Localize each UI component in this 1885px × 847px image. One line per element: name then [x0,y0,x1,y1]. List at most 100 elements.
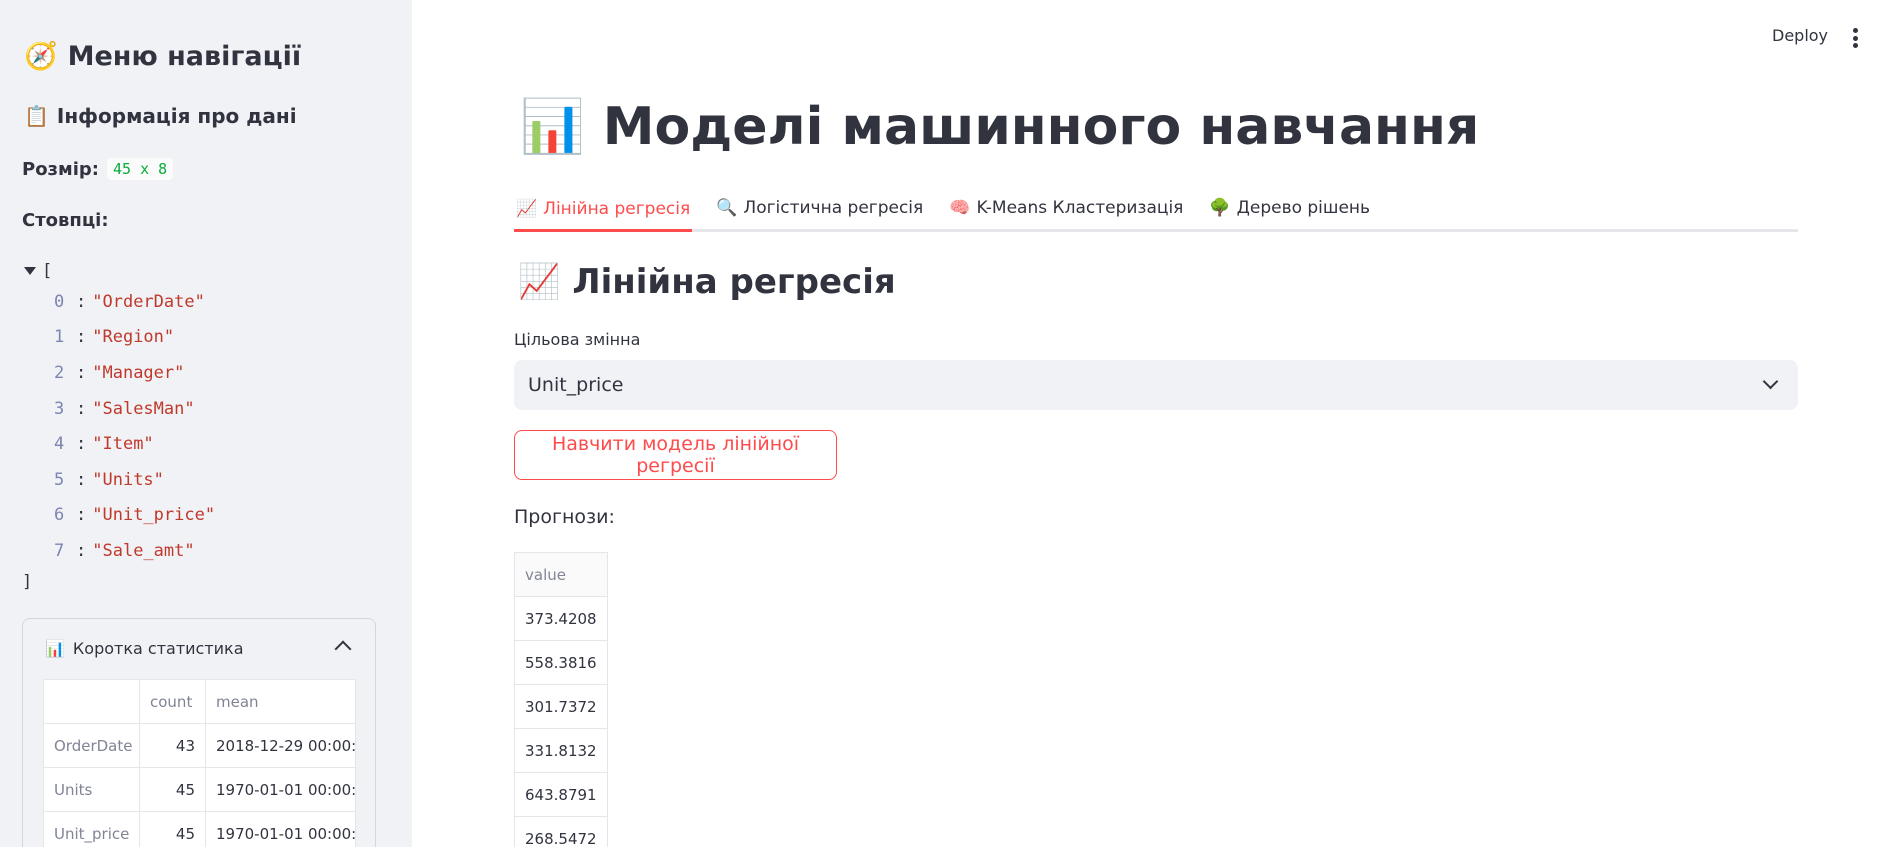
json-item: 5: "Units" [54,469,164,490]
tab-logistic-regression[interactable]: 🔍 Логістична регресія [714,188,925,228]
table-cell: 643.8791 [514,772,608,817]
table-cell: 1970-01-01 00:00:00 [205,811,356,847]
target-variable-label: Цільова змінна [514,330,641,349]
tab-decision-tree[interactable]: 🌳 Дерево рішень [1207,188,1372,228]
table-cell: 373.4208 [514,596,608,641]
table-cell: 268.5472 [514,816,608,847]
table-row: 643.8791 [514,772,608,817]
stats-table: count mean OrderDate 43 2018-12-29 00:00… [43,679,356,847]
json-item: 7: "Sale_amt" [54,540,195,561]
column-header[interactable]: count [139,679,206,724]
chevron-down-icon[interactable] [1762,373,1779,390]
table-row: 373.4208 [514,596,608,641]
data-info-heading: 📋 Інформація про дані [24,104,297,128]
section-title-text: Лінійна регресія [572,262,896,302]
columns-label: Стовпці: [22,210,109,231]
json-value: "Sale_amt" [92,540,195,561]
table-header-row: value [514,552,608,597]
column-header[interactable]: mean [205,679,356,724]
json-close-bracket: ] [22,571,33,592]
json-value: "Item" [92,434,154,455]
brain-icon: 🧠 [949,198,971,218]
data-info-heading-text: Інформація про дані [56,104,297,128]
tab-label: Логістична регресія [743,198,924,218]
json-item: 0: "OrderDate" [54,291,205,312]
magnifier-icon: 🔍 [716,198,738,218]
json-index: 6 [54,505,65,526]
table-row: Unit_price 45 1970-01-01 00:00:00 [43,811,356,847]
section-title: 📈 Лінійна регресія [518,262,896,302]
table-row: 268.5472 [514,816,608,847]
data-size-label: Розмір: [22,158,99,180]
row-header: OrderDate [43,723,140,768]
json-index: 1 [54,327,65,348]
bar-chart-icon: 📊 [520,97,585,157]
stats-heading: Коротка статистика [72,639,244,658]
json-index: 0 [54,291,65,312]
compass-icon: 🧭 [24,41,58,72]
predictions-table: value 373.4208 558.3816 301.7372 331.813… [514,552,608,847]
column-header[interactable]: value [514,552,608,597]
table-cell: 558.3816 [514,640,608,685]
table-cell: 331.8132 [514,728,608,773]
json-index: 2 [54,362,65,383]
table-header-row: count mean [43,679,356,724]
json-item: 1: "Region" [54,327,175,348]
json-index: 4 [54,434,65,455]
columns-json-viewer: [ 0: "OrderDate" 1: "Region" 2: "Manager" 3… [22,258,215,595]
tree-icon: 🌳 [1209,198,1231,218]
table-row: OrderDate 43 2018-12-29 00:00:00 [43,723,356,768]
table-row: 301.7372 [514,684,608,729]
select-value: Unit_price [528,374,624,396]
json-toggle[interactable]: [ [22,258,215,284]
chevron-up-icon[interactable] [334,640,352,658]
json-open-bracket: [ [42,261,53,281]
page-title-text: Моделі машинного навчання [602,96,1480,157]
table-cell: 301.7372 [514,684,608,729]
tab-label: Дерево рішень [1236,198,1371,218]
sidebar: 🧭 Меню навігації 📋 Інформація про дані Р… [0,0,412,847]
tab-linear-regression[interactable]: 📈 Лінійна регресія [514,188,693,232]
json-value: "SalesMan" [92,398,195,419]
table-row: 558.3816 [514,640,608,685]
bar-chart-icon: 📊 [45,639,65,658]
json-item: 3: "SalesMan" [54,398,195,419]
table-cell: 43 [139,723,206,768]
json-item: 4: "Item" [54,434,154,455]
tab-bar: 📈 Лінійна регресія 🔍 Логістична регресія… [514,188,1798,232]
stats-expander: 📊 Коротка статистика count mean OrderDat… [22,618,376,847]
predictions-label: Прогнози: [514,506,615,528]
chart-increasing-icon: 📈 [516,198,538,219]
json-item: 2: "Manager" [54,362,185,383]
tab-label: Лінійна регресія [543,198,691,219]
row-header: Unit_price [43,811,140,847]
train-linear-regression-button[interactable]: Навчити модель лінійної регресії [514,430,837,480]
json-value: "Units" [92,469,164,490]
table-cell: 1970-01-01 00:00:00 [205,767,356,812]
table-cell: 45 [139,767,206,812]
json-item: 6: "Unit_price" [54,505,216,526]
page-title: 📊 Моделі машинного навчання [520,96,1480,158]
sidebar-title-text: Меню навігації [67,40,302,72]
json-value: "Unit_price" [92,505,216,526]
collapse-triangle-icon[interactable] [24,267,36,275]
table-row: 331.8132 [514,728,608,773]
table-cell: 2018-12-29 00:00:00 [205,723,356,768]
json-index: 3 [54,398,65,419]
tab-kmeans[interactable]: 🧠 K-Means Кластеризація [947,188,1185,228]
chart-increasing-icon: 📈 [518,262,561,302]
row-header: Units [43,767,140,812]
tab-label: K-Means Кластеризація [976,198,1184,218]
target-variable-select[interactable]: Unit_price [514,360,1798,410]
json-index: 7 [54,540,65,561]
stats-expander-header[interactable]: 📊 Коротка статистика [45,639,244,658]
data-size: Розмір: 45 x 8 [22,158,174,180]
kebab-menu-icon[interactable] [1852,28,1858,48]
table-row: Units 45 1970-01-01 00:00:00 [43,767,356,812]
column-header[interactable] [43,679,140,724]
json-value: "Manager" [92,362,185,383]
data-size-value: 45 x 8 [106,158,174,180]
deploy-button[interactable]: Deploy [1772,26,1828,45]
json-value: "OrderDate" [92,291,205,312]
sidebar-title: 🧭 Меню навігації [24,40,302,73]
